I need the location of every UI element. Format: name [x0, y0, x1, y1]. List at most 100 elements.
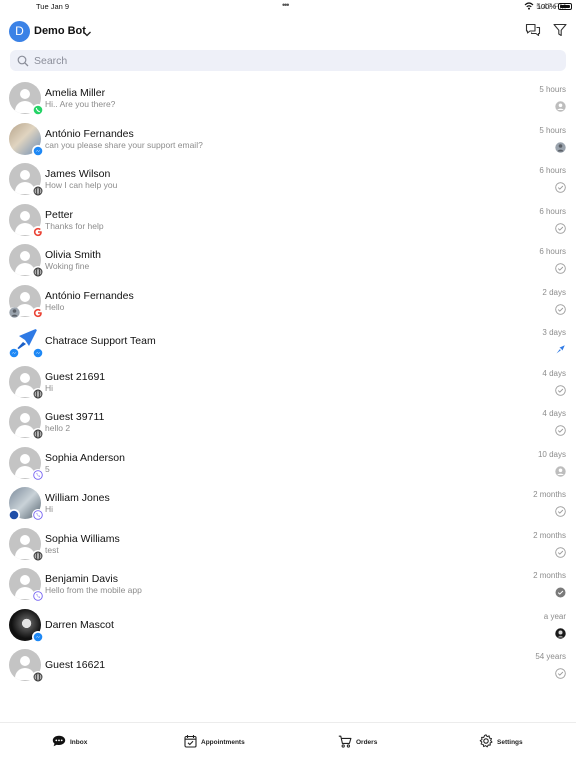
message-time: 2 months: [533, 571, 566, 580]
search-icon: [17, 54, 29, 72]
web-icon: [32, 185, 44, 197]
messenger-icon: [32, 347, 44, 359]
contact-name: António Fernandes: [45, 127, 134, 140]
contact-name: Sophia Anderson: [45, 451, 125, 464]
contact-name: Darren Mascot: [45, 618, 114, 631]
filter-icon[interactable]: [553, 23, 567, 42]
wifi-icon: [524, 2, 534, 12]
conversations-icon[interactable]: [525, 23, 541, 42]
web-icon: [32, 549, 44, 562]
message-time: 2 days: [542, 287, 566, 297]
last-message: test: [45, 544, 59, 555]
conversation-row[interactable]: Darren Mascot a year: [0, 605, 576, 646]
message-time: 54 years: [535, 652, 566, 661]
read-status-photo-icon: [555, 140, 566, 153]
contact-avatar[interactable]: [8, 325, 44, 359]
contact-name: Sophia Williams: [45, 532, 120, 545]
contact-avatar[interactable]: [9, 122, 44, 157]
google-icon: [32, 306, 44, 319]
last-message: How I can help you: [45, 180, 118, 190]
contact-name: Guest 39711: [45, 411, 105, 423]
gear-icon: [479, 734, 493, 750]
calendar-check-icon: [184, 734, 197, 750]
conversation-row[interactable]: Sophia Williams test 2 months: [0, 524, 576, 565]
message-time: 10 days: [537, 449, 566, 459]
google-icon: [32, 225, 44, 238]
conversation-row[interactable]: James Wilson How I can help you 6 hours: [0, 159, 576, 200]
contact-name: William Jones: [45, 492, 110, 504]
messenger-icon: [32, 144, 44, 157]
read-status-photo-dark-icon: [555, 626, 566, 639]
tab-appointments[interactable]: Appointments: [184, 733, 245, 751]
web-icon: [32, 671, 44, 683]
contact-avatar[interactable]: [9, 568, 44, 602]
messenger-secondary-icon: [8, 347, 20, 359]
conversation-list: Amelia Miller Hi.. Are you there? 5 hours A…: [0, 78, 576, 686]
contact-avatar[interactable]: [8, 284, 44, 319]
conversation-row[interactable]: Petter Thanks for help 6 hours: [0, 200, 576, 241]
bot-avatar[interactable]: D: [9, 21, 30, 42]
contact-avatar[interactable]: [9, 163, 44, 197]
contact-avatar[interactable]: [9, 203, 44, 238]
read-status-check-icon: [555, 545, 566, 558]
tab-inbox-label: Inbox: [70, 738, 88, 746]
conversation-row[interactable]: Guest 21691 Hi 4 days: [0, 362, 576, 403]
last-message: Woking fine: [45, 261, 90, 271]
contact-avatar[interactable]: [9, 82, 44, 116]
read-status-check-icon: [555, 261, 566, 274]
last-message: hello 2: [45, 423, 71, 433]
cart-icon: [338, 735, 352, 750]
bot-name[interactable]: Demo Bot: [34, 25, 86, 37]
message-time: 2 months: [533, 490, 566, 499]
read-status-check-icon: [555, 221, 566, 234]
tab-settings[interactable]: Settings: [479, 733, 523, 751]
conversation-row[interactable]: Benjamin Davis Hello from the mobile app 2…: [0, 564, 576, 605]
conversation-row[interactable]: Sophia Anderson 5 10 days: [0, 443, 576, 484]
conversation-row[interactable]: William Jones Hi 2 months: [0, 483, 576, 524]
conversation-row[interactable]: Guest 16621 54 years: [0, 645, 576, 686]
conversation-row[interactable]: Amelia Miller Hi.. Are you there? 5 hours: [0, 78, 576, 119]
contact-name: António Fernandes: [45, 289, 134, 302]
contact-avatar[interactable]: [9, 649, 44, 683]
message-time: 6 hours: [539, 206, 566, 216]
read-status-avatar-icon: [555, 99, 566, 112]
contact-name: James Wilson: [45, 168, 111, 180]
contact-avatar[interactable]: [9, 527, 44, 562]
tab-bar: Inbox Appointments Orders Settings: [0, 722, 576, 768]
contact-name: Chatrace Support Team: [45, 335, 156, 347]
contact-avatar[interactable]: [8, 487, 44, 521]
tab-inbox[interactable]: Inbox: [52, 733, 87, 751]
conversation-row[interactable]: Olivia Smith Woking fine 6 hours: [0, 240, 576, 281]
person-badge-icon: [8, 306, 20, 319]
last-message: Hi: [45, 504, 54, 514]
status-bar: 5:47 PM Tue Jan 9 ••• 100%: [0, 0, 576, 12]
read-status-check-icon: [555, 383, 566, 396]
read-status-check-icon: [555, 666, 566, 679]
conversation-row[interactable]: Chatrace Support Team 3 days: [0, 321, 576, 362]
tab-orders[interactable]: Orders: [338, 733, 377, 751]
message-time: 4 days: [542, 409, 566, 418]
contact-name: Olivia Smith: [45, 249, 102, 261]
contact-avatar[interactable]: [9, 244, 44, 278]
conversation-row[interactable]: António Fernandes Hello 2 days: [0, 281, 576, 322]
message-time: 4 days: [542, 368, 566, 378]
multitasking-dots-icon[interactable]: •••: [282, 0, 290, 10]
last-message: can you please share your support email?: [45, 139, 203, 150]
header: D Demo Bot: [0, 19, 576, 45]
business-badge-icon: [8, 509, 20, 521]
contact-name: Amelia Miller: [45, 87, 106, 99]
last-message: Hello from the mobile app: [45, 585, 142, 595]
contact-avatar[interactable]: [9, 406, 44, 440]
viber-icon: [32, 509, 44, 521]
web-icon: [32, 387, 44, 400]
search-input[interactable]: [34, 52, 534, 69]
message-time: 3 days: [542, 328, 566, 337]
contact-avatar[interactable]: [9, 608, 44, 643]
chevron-down-icon[interactable]: [82, 25, 92, 43]
web-icon: [32, 266, 44, 278]
conversation-row[interactable]: Guest 39711 hello 2 4 days: [0, 402, 576, 443]
conversation-row[interactable]: António Fernandes can you please share yo…: [0, 119, 576, 160]
tab-appointments-label: Appointments: [201, 738, 245, 746]
contact-avatar[interactable]: [9, 365, 44, 400]
contact-avatar[interactable]: [9, 446, 44, 481]
